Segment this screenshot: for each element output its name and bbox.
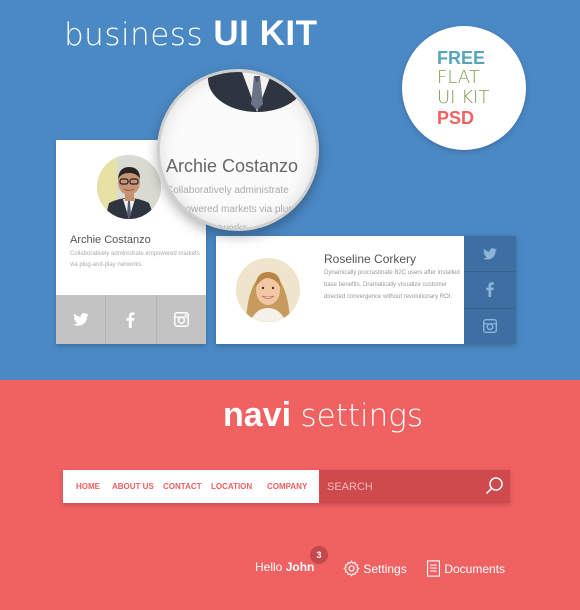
avatar — [97, 155, 161, 219]
title-light: business — [64, 17, 204, 53]
section-title: navi settings — [223, 396, 423, 435]
free-badge: FREE FLAT UI KIT PSD — [402, 26, 526, 150]
nav-item-company[interactable]: COMPANY — [267, 482, 307, 491]
documents-link[interactable]: Documents — [426, 560, 505, 577]
profile-name: Archie Costanzo — [70, 234, 151, 246]
navigation-bar: HOME ABOUT US CONTACT LOCATION COMPANY — [63, 470, 510, 503]
search-icon — [485, 477, 503, 495]
avatar-man-image — [97, 155, 161, 219]
user-greeting[interactable]: Hello John — [255, 560, 314, 574]
instagram-button[interactable] — [464, 309, 516, 344]
nav-item-home[interactable]: HOME — [76, 482, 100, 491]
facebook-icon — [126, 311, 135, 328]
settings-label: Settings — [363, 562, 407, 576]
title-bold: UI KIT — [213, 14, 318, 53]
magnified-description: Collaboratively administrate empowered m… — [166, 185, 298, 231]
avatar-woman-image — [236, 258, 300, 322]
notification-badge: 3 — [310, 546, 328, 564]
magnified-avatar — [208, 72, 306, 112]
avatar — [236, 258, 300, 322]
facebook-button[interactable] — [106, 295, 157, 344]
twitter-icon — [483, 247, 497, 260]
document-icon — [426, 560, 441, 577]
profile-description: Collaboratively administrate empowered m… — [70, 251, 200, 268]
twitter-button[interactable] — [56, 295, 107, 344]
profile-name: Roseline Corkery — [324, 252, 417, 266]
gear-icon — [343, 560, 360, 577]
profile-description: Dynamically procrastinate B2C users afte… — [324, 270, 460, 300]
magnified-avatar-image — [208, 72, 306, 112]
social-sidebar — [464, 236, 516, 344]
badge-uikit: UI KIT — [437, 87, 490, 108]
greeting-text: Hello — [255, 560, 283, 574]
facebook-button[interactable] — [464, 272, 516, 309]
social-bar — [56, 295, 206, 344]
profile-card-roseline: Roseline Corkery Dynamically procrastina… — [216, 236, 516, 344]
user-name: John — [285, 560, 315, 574]
instagram-icon — [483, 319, 497, 334]
badge-psd: PSD — [437, 108, 475, 128]
navi-title-light: settings — [300, 398, 424, 434]
nav-item-location[interactable]: LOCATION — [211, 482, 252, 491]
search-input[interactable] — [327, 478, 477, 495]
twitter-icon — [72, 313, 89, 326]
navi-title-bold: navi — [223, 396, 292, 434]
page-title: business UI KIT — [64, 14, 317, 54]
badge-free: FREE — [437, 48, 486, 68]
badge-flat: FLAT — [437, 67, 480, 88]
settings-link[interactable]: Settings — [343, 560, 407, 577]
search-button[interactable] — [485, 476, 505, 501]
magnified-name: Archie Costanzo — [166, 156, 299, 176]
twitter-button[interactable] — [464, 236, 516, 273]
search-box — [319, 470, 510, 503]
instagram-icon — [173, 312, 189, 327]
facebook-icon — [486, 282, 494, 298]
magnifier-lens: Archie Costanzo Collaboratively administ… — [157, 69, 319, 231]
nav-item-contact[interactable]: CONTACT — [163, 482, 202, 491]
instagram-button[interactable] — [157, 295, 206, 344]
documents-label: Documents — [444, 562, 506, 576]
nav-item-about-us[interactable]: ABOUT US — [112, 482, 154, 491]
